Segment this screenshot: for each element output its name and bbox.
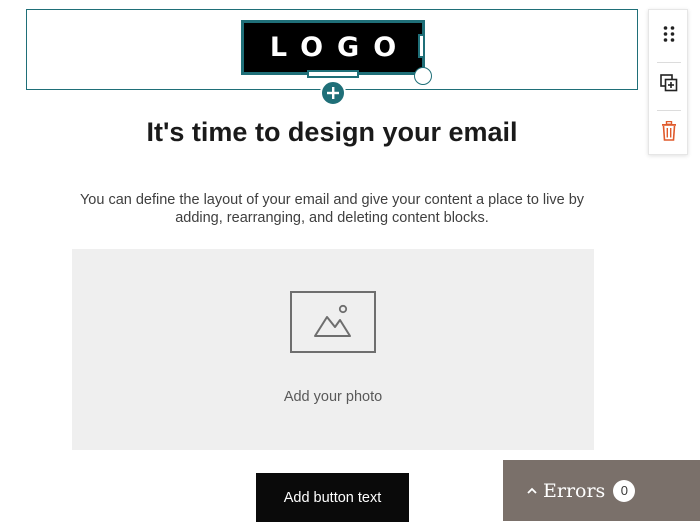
add-block-button[interactable] <box>320 80 346 106</box>
intro-text[interactable]: You can define the layout of your email … <box>70 191 594 227</box>
email-headline[interactable]: It's time to design your email <box>0 117 664 148</box>
email-button-block[interactable]: Add button text <box>256 473 409 522</box>
duplicate-button[interactable] <box>649 63 689 103</box>
photo-label: Add your photo <box>283 389 383 405</box>
duplicate-icon <box>660 74 678 92</box>
plus-icon <box>327 87 339 99</box>
email-editor-canvas: LOGO It's time to design your email You … <box>0 0 700 530</box>
chevron-up-icon <box>527 487 537 494</box>
photo-placeholder-block[interactable]: Add your photo <box>72 249 594 450</box>
errors-label: Errors <box>543 479 606 502</box>
logo-image[interactable]: LOGO <box>241 20 425 75</box>
resize-handle-bottom[interactable] <box>307 70 359 78</box>
drag-button[interactable] <box>649 14 689 54</box>
logo-text: LOGO <box>269 32 411 63</box>
errors-count-badge: 0 <box>613 479 636 502</box>
errors-panel[interactable]: Errors 0 <box>503 460 700 521</box>
image-icon <box>290 291 376 353</box>
drag-handle-icon <box>663 26 675 42</box>
resize-handle-corner[interactable] <box>414 67 432 85</box>
resize-handle-right[interactable] <box>418 34 425 58</box>
